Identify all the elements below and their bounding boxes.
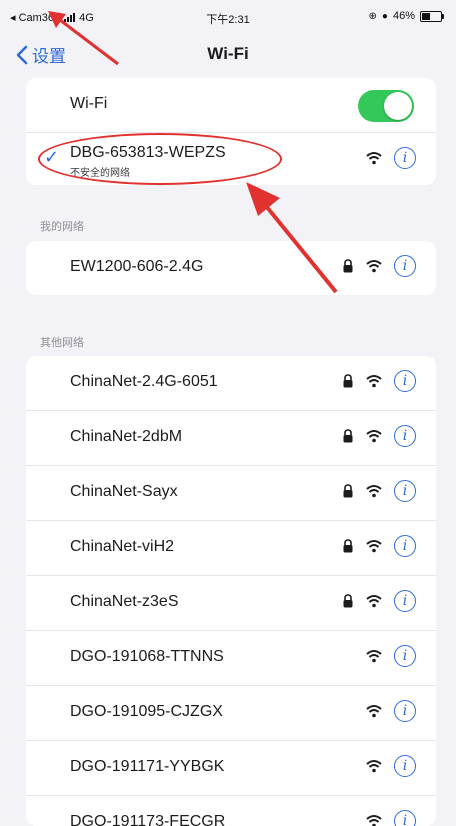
- annotation-arrows: [48, 11, 338, 294]
